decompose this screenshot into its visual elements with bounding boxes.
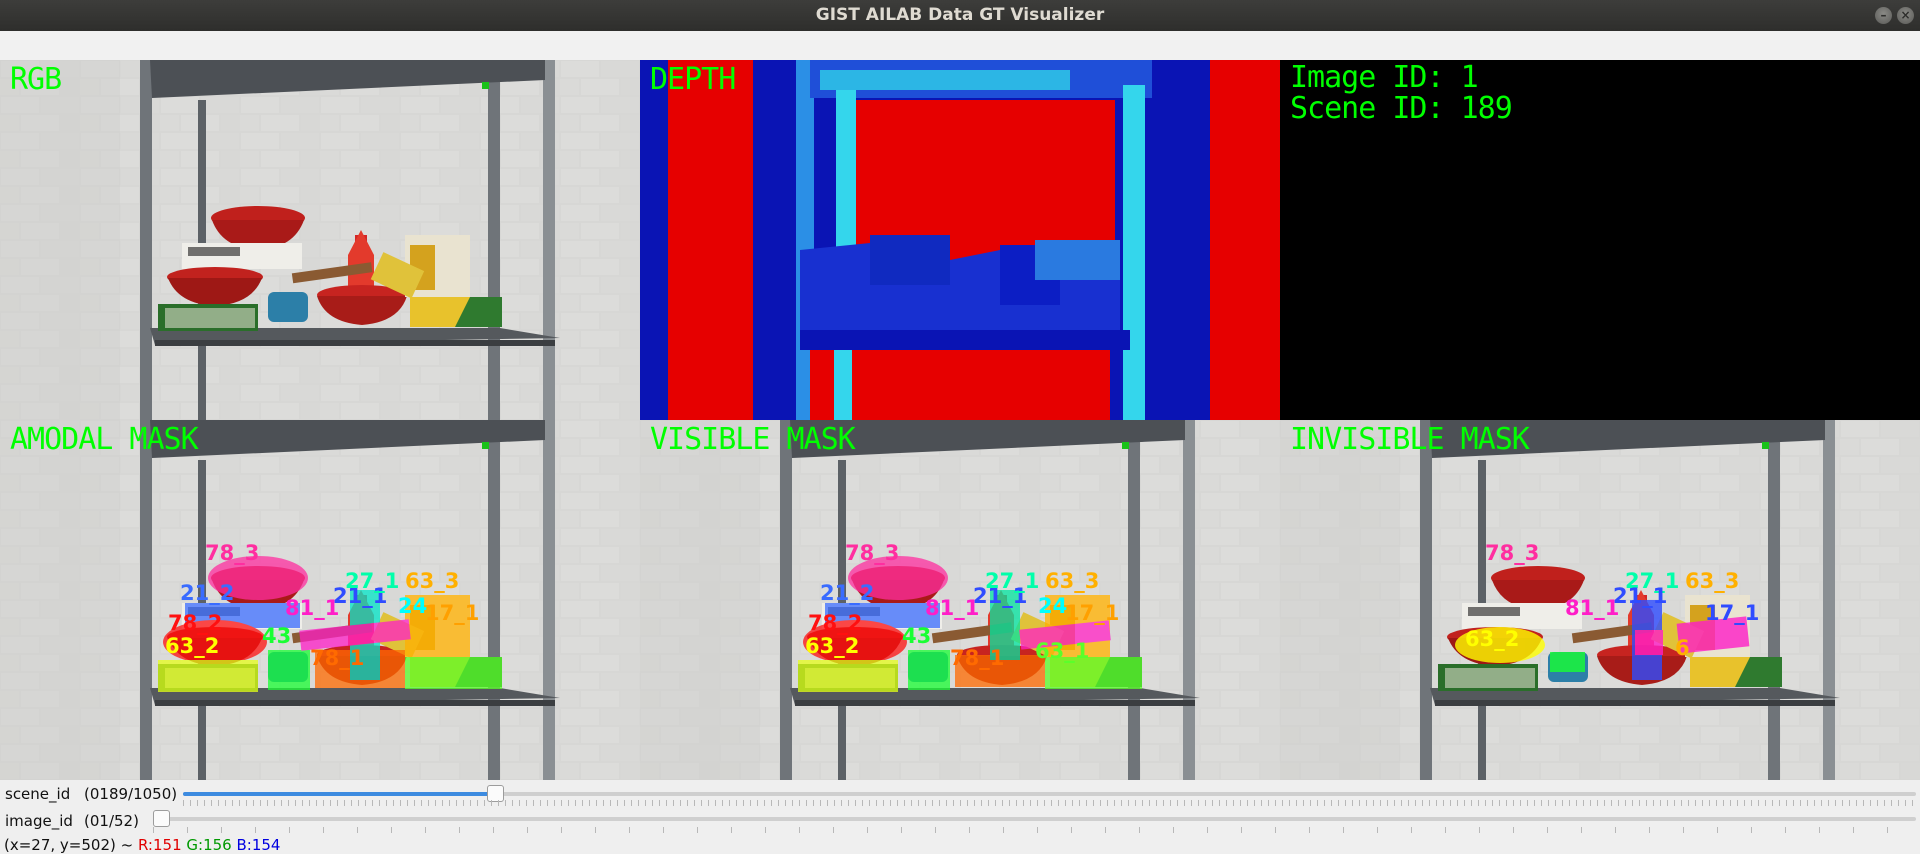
svg-text:21_2: 21_2	[820, 581, 874, 605]
invisible-mask-panel: 78_3 27_1 63_3 21_1 17_1 81_1 63_2 6 INV…	[1280, 420, 1920, 780]
rgb-label: RGB	[10, 62, 62, 97]
rgb-image	[0, 60, 640, 420]
svg-text:27_1: 27_1	[985, 569, 1039, 593]
image-id-slider-handle[interactable]	[153, 810, 170, 827]
status-blue: B:154	[236, 836, 281, 854]
svg-text:43: 43	[902, 624, 931, 648]
rgb-panel: RGB	[0, 60, 640, 420]
svg-text:78_2: 78_2	[168, 611, 222, 635]
image-id-text: Image ID: 1	[1290, 60, 1479, 95]
visible-mask-label: VISIBLE MASK	[650, 422, 856, 457]
svg-text:21_2: 21_2	[180, 581, 234, 605]
invisible-mask-label: INVISIBLE MASK	[1290, 422, 1530, 457]
status-coords: (x=27, y=502) ~	[4, 836, 134, 854]
svg-text:63_3: 63_3	[1685, 569, 1739, 593]
svg-text:78_1: 78_1	[950, 646, 1004, 670]
svg-text:78_3: 78_3	[845, 541, 899, 565]
svg-text:27_1: 27_1	[345, 569, 399, 593]
svg-text:43: 43	[262, 624, 291, 648]
svg-text:17_1: 17_1	[1065, 601, 1119, 625]
image-id-slider[interactable]	[153, 810, 1916, 827]
svg-text:81_1: 81_1	[285, 596, 339, 620]
svg-text:6: 6	[1675, 636, 1690, 660]
scene-id-slider[interactable]	[183, 785, 1916, 802]
toolbar	[0, 31, 1920, 61]
status-bar: (x=27, y=502) ~ R:151 G:156 B:154	[4, 836, 280, 854]
scene-id-text: Scene ID: 189	[1290, 91, 1513, 126]
info-text: Image ID: 1 Scene ID: 189	[1290, 60, 1513, 126]
svg-text:81_1: 81_1	[925, 596, 979, 620]
amodal-mask-panel: 78_3 21_2 78_2 63_2 81_1 21_1 27_1 63_3 …	[0, 420, 640, 780]
svg-text:24: 24	[398, 594, 427, 618]
svg-text:78_1: 78_1	[310, 646, 364, 670]
svg-text:63_3: 63_3	[1045, 569, 1099, 593]
scene-id-count: (0189/1050)	[84, 785, 178, 803]
svg-text:78_2: 78_2	[808, 611, 862, 635]
svg-text:81_1: 81_1	[1565, 596, 1619, 620]
svg-text:21_1: 21_1	[1613, 584, 1667, 608]
scene-id-slider-fill	[183, 792, 495, 796]
amodal-mask-label: AMODAL MASK	[10, 422, 199, 457]
svg-text:63_2: 63_2	[1465, 627, 1519, 651]
svg-text:24: 24	[1038, 594, 1067, 618]
visible-mask-image: 78_3 21_2 78_2 63_2 81_1 21_1 27_1 63_3 …	[640, 420, 1280, 780]
invisible-mask-image: 78_3 27_1 63_3 21_1 17_1 81_1 63_2 6	[1280, 420, 1920, 780]
visible-mask-panel: 78_3 21_2 78_2 63_2 81_1 21_1 27_1 63_3 …	[640, 420, 1280, 780]
status-green: G:156	[186, 836, 232, 854]
image-id-name: image_id	[5, 812, 73, 830]
scene-id-name: scene_id	[5, 785, 71, 803]
status-red: R:151	[137, 836, 182, 854]
window-titlebar: GIST AILAB Data GT Visualizer – ×	[0, 0, 1920, 31]
info-panel: Image ID: 1 Scene ID: 189	[1280, 60, 1920, 420]
svg-text:63_1: 63_1	[1035, 639, 1089, 663]
close-icon[interactable]: ×	[1897, 7, 1914, 24]
scene-id-ticks	[183, 800, 1916, 806]
image-id-slider-row: image_id (01/52)	[0, 808, 1920, 835]
svg-text:17_1: 17_1	[1705, 601, 1759, 625]
svg-text:78_3: 78_3	[1485, 541, 1539, 565]
depth-label: DEPTH	[650, 62, 736, 97]
scene-id-slider-row: scene_id (0189/1050)	[0, 781, 1920, 808]
svg-text:17_1: 17_1	[425, 601, 479, 625]
svg-text:63_2: 63_2	[165, 634, 219, 658]
svg-text:78_3: 78_3	[205, 541, 259, 565]
amodal-mask-image: 78_3 21_2 78_2 63_2 81_1 21_1 27_1 63_3 …	[0, 420, 640, 780]
image-id-count: (01/52)	[84, 812, 139, 830]
window-title: GIST AILAB Data GT Visualizer	[815, 5, 1105, 25]
image-grid: RGB DEPTH Image ID: 1 Scene ID: 189 78_3…	[0, 60, 1920, 780]
svg-text:63_2: 63_2	[805, 634, 859, 658]
svg-text:63_3: 63_3	[405, 569, 459, 593]
minimize-icon[interactable]: –	[1875, 7, 1892, 24]
depth-image	[640, 60, 1280, 420]
image-id-ticks	[153, 827, 1916, 833]
depth-panel: DEPTH	[640, 60, 1280, 420]
